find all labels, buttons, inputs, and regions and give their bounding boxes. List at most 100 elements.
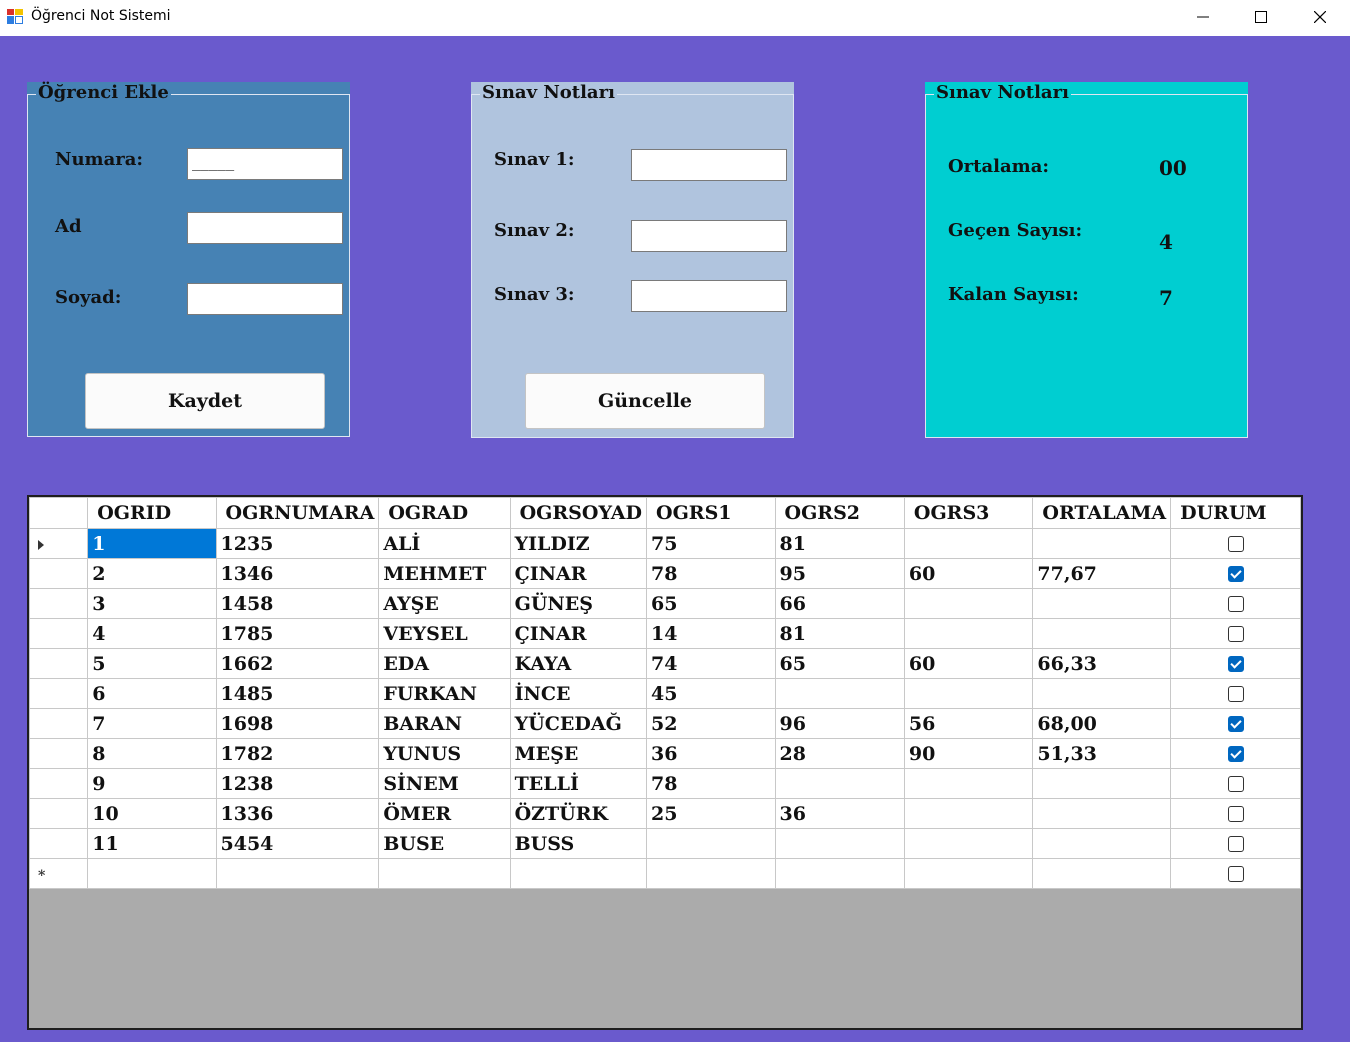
grid-cell[interactable] [903,588,1034,619]
column-header[interactable]: OGRS3 [903,497,1034,529]
durum-cell[interactable] [1170,618,1301,649]
grid-cell[interactable]: 1336 [215,798,380,829]
grid-cell[interactable]: YÜCEDAĞ [509,708,648,739]
grid-cell[interactable]: 78 [646,558,776,589]
grid-cell[interactable]: BUSE [378,828,511,859]
grid-cell[interactable]: 1238 [215,768,380,799]
grid-cell[interactable] [774,678,905,709]
row-header[interactable] [29,558,89,589]
grid-cell[interactable]: EDA [378,648,511,679]
sinav2-input[interactable] [631,220,787,252]
grid-cell[interactable] [378,858,511,889]
grid-cell[interactable]: KAYA [509,648,648,679]
grid-cell[interactable]: 65 [774,648,905,679]
numara-input[interactable]: _____ [187,148,343,180]
row-header[interactable] [29,618,89,649]
durum-checkbox[interactable] [1227,655,1244,672]
durum-checkbox[interactable] [1227,625,1244,642]
grid-cell[interactable]: AYŞE [378,588,511,619]
table-row[interactable]: 11 5454 BUSE BUSS [29,828,1301,859]
durum-checkbox[interactable] [1227,865,1244,882]
row-header[interactable] [29,528,89,559]
durum-cell[interactable] [1170,768,1301,799]
grid-cell[interactable]: TELLİ [509,768,648,799]
row-header[interactable] [29,798,89,829]
grid-cell[interactable]: 75 [646,528,776,559]
durum-checkbox[interactable] [1227,715,1244,732]
grid-cell[interactable]: 14 [646,618,776,649]
grid-cell[interactable] [903,798,1034,829]
column-header[interactable]: OGRAD [378,497,511,529]
grid-cell[interactable] [1032,618,1172,649]
durum-checkbox[interactable] [1227,685,1244,702]
durum-checkbox[interactable] [1227,745,1244,762]
grid-cell[interactable]: 5454 [215,828,380,859]
grid-cell[interactable] [774,828,905,859]
grid-cell[interactable] [774,768,905,799]
grid-cell[interactable]: 10 [87,798,217,829]
grid-cell[interactable]: 36 [646,738,776,769]
grid-cell[interactable] [1032,798,1172,829]
grid-cell[interactable]: 74 [646,648,776,679]
grid-cell[interactable]: 4 [87,618,217,649]
sinav1-input[interactable] [631,149,787,181]
grid-cell[interactable] [646,858,776,889]
grid-cell[interactable]: 1698 [215,708,380,739]
grid-cell[interactable]: MEŞE [509,738,648,769]
grid-cell[interactable]: 65 [646,588,776,619]
table-row[interactable]: 10 1336 ÖMER ÖZTÜRK 25 36 [29,798,1301,829]
durum-cell[interactable] [1170,528,1301,559]
grid-cell[interactable]: MEHMET [378,558,511,589]
grid-cell[interactable]: 52 [646,708,776,739]
grid-cell[interactable] [903,828,1034,859]
column-header[interactable]: OGRSOYAD [509,497,648,529]
grid-cell[interactable] [903,858,1034,889]
table-row[interactable]: 9 1238 SİNEM TELLİ 78 [29,768,1301,799]
grid-cell[interactable]: 1782 [215,738,380,769]
grid-cell[interactable]: YILDIZ [509,528,648,559]
grid-cell[interactable]: ÇINAR [509,618,648,649]
row-header[interactable] [29,588,89,619]
grid-cell[interactable]: 1235 [215,528,380,559]
durum-cell[interactable] [1170,828,1301,859]
grid-cell[interactable]: 5 [87,648,217,679]
grid-cell[interactable]: BUSS [509,828,648,859]
grid-cell[interactable]: GÜNEŞ [509,588,648,619]
grid-cell[interactable]: 56 [903,708,1034,739]
grid-cell[interactable]: 1 [87,528,217,559]
durum-cell[interactable] [1170,708,1301,739]
grid-cell[interactable] [1032,588,1172,619]
grid-cell[interactable]: 25 [646,798,776,829]
grid-cell[interactable]: 28 [774,738,905,769]
ad-input[interactable] [187,212,343,244]
grid-cell[interactable] [903,678,1034,709]
grid-cell[interactable]: 66,33 [1032,648,1172,679]
table-row[interactable]: 6 1485 FURKAN İNCE 45 [29,678,1301,709]
grid-cell[interactable]: 68,00 [1032,708,1172,739]
grid-cell[interactable]: SİNEM [378,768,511,799]
grid-cell[interactable] [509,858,648,889]
grid-cell[interactable]: ÖZTÜRK [509,798,648,829]
soyad-input[interactable] [187,283,343,315]
grid-cell[interactable] [903,768,1034,799]
grid-cell[interactable]: 1458 [215,588,380,619]
grid-cell[interactable]: 36 [774,798,905,829]
grid-cell[interactable] [903,528,1034,559]
durum-checkbox[interactable] [1227,595,1244,612]
grid-cell[interactable]: ALİ [378,528,511,559]
grid-cell[interactable]: 51,33 [1032,738,1172,769]
grid-cell[interactable]: 95 [774,558,905,589]
column-header[interactable]: OGRID [87,497,217,529]
grid-cell[interactable]: 3 [87,588,217,619]
corner-header[interactable] [29,497,89,529]
column-header[interactable]: OGRS2 [774,497,905,529]
table-row[interactable]: 7 1698 BARAN YÜCEDAĞ 52 96 56 68,00 [29,708,1301,739]
table-row[interactable]: 5 1662 EDA KAYA 74 65 60 66,33 [29,648,1301,679]
grid-cell[interactable]: 60 [903,558,1034,589]
durum-cell[interactable] [1170,858,1301,889]
close-button[interactable] [1291,0,1349,34]
row-header[interactable] [29,768,89,799]
ogrenci-grid[interactable]: OGRID OGRNUMARA OGRAD OGRSOYAD OGRS1 OGR… [27,495,1303,1030]
durum-checkbox[interactable] [1227,535,1244,552]
grid-cell[interactable]: 1485 [215,678,380,709]
